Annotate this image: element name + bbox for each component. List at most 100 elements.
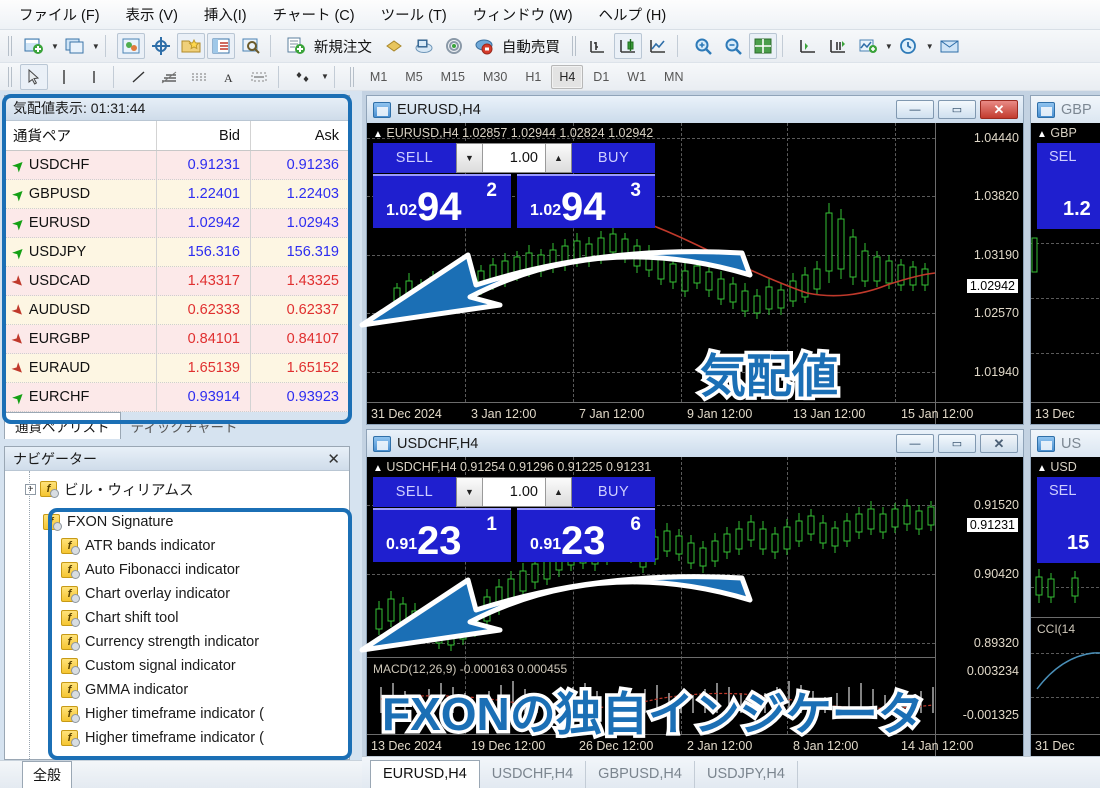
text-box-icon[interactable] bbox=[245, 64, 273, 90]
chart-tab-usdjpy[interactable]: USDJPY,H4 bbox=[695, 761, 798, 788]
indicators-icon[interactable] bbox=[854, 33, 882, 59]
expand-icon[interactable]: + bbox=[25, 483, 36, 495]
menu-item-help[interactable]: ヘルプ (H) bbox=[586, 0, 680, 29]
buy-button-usdchf[interactable]: BUY bbox=[572, 477, 655, 507]
autoscroll-icon[interactable] bbox=[824, 33, 852, 59]
bar-chart-icon[interactable] bbox=[584, 33, 612, 59]
table-row[interactable]: ➤ GBPUSD 1.22401 1.22403 bbox=[5, 180, 349, 209]
terminal-icon[interactable] bbox=[380, 33, 408, 59]
sell-price-box-usdchf[interactable]: 0.91 23 1 bbox=[373, 508, 511, 562]
table-row[interactable]: ➤ USDJPY 156.316 156.319 bbox=[5, 238, 349, 267]
market-cloud-icon[interactable] bbox=[410, 33, 438, 59]
table-row[interactable]: ➤ AUDUSD 0.62333 0.62337 bbox=[5, 296, 349, 325]
sell-button-eurusd[interactable]: SELL bbox=[373, 143, 456, 173]
chart-canvas-gbpusd[interactable]: ▲ GBP SEL 1.2 13 Dec bbox=[1031, 123, 1100, 424]
chart-tab-usdchf[interactable]: USDCHF,H4 bbox=[480, 761, 587, 788]
toolbar-grip[interactable] bbox=[8, 36, 14, 56]
timeframe-m5[interactable]: M5 bbox=[397, 65, 430, 89]
crosshair-tool-icon[interactable] bbox=[50, 64, 78, 90]
buy-button-eurusd[interactable]: BUY bbox=[572, 143, 655, 173]
table-row[interactable]: ➤ EURCHF 0.93914 0.93923 bbox=[5, 383, 349, 412]
timeframe-m15[interactable]: M15 bbox=[433, 65, 473, 89]
volume-value-eurusd[interactable]: 1.00 bbox=[483, 144, 545, 172]
table-row[interactable]: ➤ USDCAD 1.43317 1.43325 bbox=[5, 267, 349, 296]
chart-tab-eurusd[interactable]: EURUSD,H4 bbox=[370, 760, 480, 788]
sell-button-usdjpy[interactable]: SEL bbox=[1037, 477, 1100, 499]
one-click-trade-panel-eurusd[interactable]: SELL ▼ 1.00 ▲ BUY 1.02 94 2 1.02 94 3 bbox=[373, 143, 655, 228]
one-click-trade-panel-usdjpy[interactable]: SEL 15 bbox=[1037, 477, 1100, 563]
menu-item-view[interactable]: 表示 (V) bbox=[113, 0, 191, 29]
minimize-button[interactable]: — bbox=[896, 434, 934, 453]
timeframe-m1[interactable]: M1 bbox=[362, 65, 395, 89]
volume-increment-icon[interactable]: ▲ bbox=[545, 478, 571, 506]
close-icon[interactable]: ✕ bbox=[324, 450, 343, 468]
chart-canvas-usdjpy[interactable]: ▲ USD SEL 15 CCI(14 31 Dec bbox=[1031, 457, 1100, 756]
expert-advisor-icon[interactable] bbox=[470, 33, 498, 59]
chart-title-bar-gbpusd[interactable]: GBP bbox=[1031, 96, 1100, 123]
autotrading-button[interactable]: 自動売買 bbox=[500, 36, 566, 57]
list-item[interactable]: f Auto Fibonacci indicator bbox=[5, 558, 349, 582]
profiles-icon[interactable] bbox=[116, 33, 145, 59]
volume-value-usdchf[interactable]: 1.00 bbox=[483, 478, 545, 506]
table-row[interactable]: ➤ EURAUD 1.65139 1.65152 bbox=[5, 354, 349, 383]
new-chart-dropdown-icon[interactable]: ▼ bbox=[51, 42, 59, 51]
mail-icon[interactable] bbox=[936, 33, 964, 59]
chart-window-gbpusd[interactable]: GBP ▲ GBP SEL 1.2 13 Dec bbox=[1030, 95, 1100, 425]
tile-windows-icon[interactable] bbox=[61, 33, 89, 59]
list-item[interactable]: f ATR bands indicator bbox=[5, 534, 349, 558]
zoom-in-icon[interactable] bbox=[689, 33, 717, 59]
maximize-button[interactable]: ▭ bbox=[938, 434, 976, 453]
new-order-button[interactable]: 新規注文 bbox=[312, 36, 378, 57]
indicators-dropdown-icon[interactable]: ▼ bbox=[885, 42, 893, 51]
close-button[interactable]: ✕ bbox=[980, 434, 1018, 453]
volume-increment-icon[interactable]: ▲ bbox=[545, 144, 571, 172]
list-item[interactable]: f Custom signal indicator bbox=[5, 654, 349, 678]
fibonacci-icon[interactable] bbox=[155, 64, 183, 90]
timeframe-h1[interactable]: H1 bbox=[517, 65, 549, 89]
toolbar-grip-3[interactable] bbox=[8, 66, 14, 87]
nav-folder-fxon-signature[interactable]: f FXON Signature bbox=[5, 510, 349, 534]
menu-item-charts[interactable]: チャート (C) bbox=[260, 0, 368, 29]
status-tab-general[interactable]: 全般 bbox=[22, 761, 72, 788]
toolbar-grip-4[interactable] bbox=[349, 66, 356, 87]
list-item[interactable]: f Currency strength indicator bbox=[5, 630, 349, 654]
table-row[interactable]: ➤ USDCHF 0.91231 0.91236 bbox=[5, 151, 349, 180]
shapes-icon[interactable] bbox=[290, 64, 318, 90]
buy-price-box-usdchf[interactable]: 0.91 23 6 bbox=[517, 508, 655, 562]
timeframe-m30[interactable]: M30 bbox=[475, 65, 515, 89]
menu-item-file[interactable]: ファイル (F) bbox=[6, 0, 113, 29]
volume-decrement-icon[interactable]: ▼ bbox=[457, 144, 483, 172]
new-chart-icon[interactable] bbox=[20, 33, 48, 59]
list-item[interactable]: f Higher timeframe indicator ( bbox=[5, 702, 349, 726]
buy-price-box-eurusd[interactable]: 1.02 94 3 bbox=[517, 174, 655, 228]
list-item[interactable]: f Chart shift tool bbox=[5, 606, 349, 630]
timeframe-d1[interactable]: D1 bbox=[585, 65, 617, 89]
channel-icon[interactable] bbox=[185, 64, 213, 90]
line-chart-icon[interactable] bbox=[644, 33, 672, 59]
chart-window-eurusd[interactable]: EURUSD,H4 — ▭ ✕ ▲ EURUSD,H4 1.02857 1.02… bbox=[366, 95, 1024, 425]
time-axis-eurusd[interactable]: 31 Dec 2024 3 Jan 12:00 7 Jan 12:00 9 Ja… bbox=[367, 402, 1023, 424]
shift-icon[interactable] bbox=[794, 33, 822, 59]
trendline-icon[interactable] bbox=[125, 64, 153, 90]
toolbar-grip-2[interactable] bbox=[571, 36, 578, 56]
timeframe-mn[interactable]: MN bbox=[656, 65, 691, 89]
volume-input-usdchf[interactable]: ▼ 1.00 ▲ bbox=[456, 477, 572, 507]
zoom-out-icon[interactable] bbox=[719, 33, 747, 59]
tab-symbol-list[interactable]: 通貨ペアリスト bbox=[4, 412, 121, 439]
table-row[interactable]: ➤ EURGBP 0.84101 0.84107 bbox=[5, 325, 349, 354]
cursor-icon[interactable] bbox=[20, 63, 48, 90]
close-button[interactable]: ✕ bbox=[980, 100, 1018, 119]
list-item[interactable]: f Chart overlay indicator bbox=[5, 582, 349, 606]
candlestick-icon[interactable] bbox=[613, 33, 642, 59]
chart-title-bar-usdchf[interactable]: USDCHF,H4 — ▭ ✕ bbox=[367, 430, 1023, 457]
tile-dropdown-icon[interactable]: ▼ bbox=[92, 42, 100, 51]
one-click-trade-panel-gbpusd[interactable]: SEL 1.2 bbox=[1037, 143, 1100, 229]
nav-group-bill-williams[interactable]: + f ビル・ウィリアムス bbox=[5, 477, 349, 501]
timeframe-w1[interactable]: W1 bbox=[619, 65, 654, 89]
list-item[interactable]: f GMMA indicator bbox=[5, 678, 349, 702]
volume-input-eurusd[interactable]: ▼ 1.00 ▲ bbox=[456, 143, 572, 173]
column-header-ask[interactable]: Ask bbox=[251, 121, 349, 150]
shapes-dropdown-icon[interactable]: ▼ bbox=[321, 72, 329, 81]
menu-item-window[interactable]: ウィンドウ (W) bbox=[460, 0, 586, 29]
chart-title-bar-usdjpy[interactable]: US bbox=[1031, 430, 1100, 457]
